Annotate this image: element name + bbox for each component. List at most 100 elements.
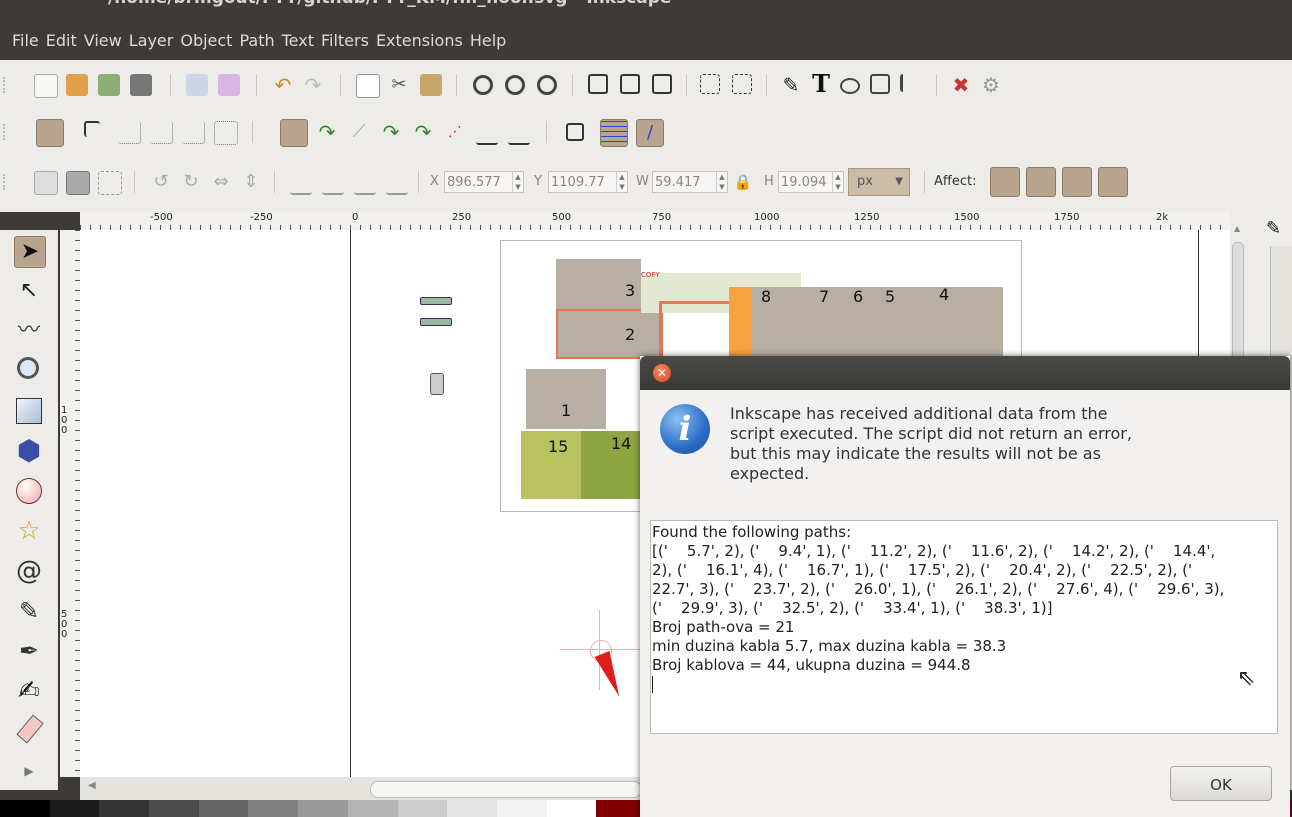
snap-object-midpoints-icon[interactable] [476,121,498,145]
select-all-layers-icon[interactable] [66,171,90,195]
snap-line-midpoints-icon[interactable]: ⋰ [444,121,466,143]
fill-stroke-icon[interactable]: ✎ [780,74,802,96]
raise-to-top-icon[interactable] [290,171,312,195]
height-field[interactable]: 19.094 ▲ ▼ [778,171,844,193]
export-icon[interactable] [218,74,240,96]
import-icon[interactable] [186,74,208,96]
palette-swatch[interactable] [149,800,199,817]
pencil-tool-icon[interactable]: ✎ [14,596,44,626]
rotate-cw-icon[interactable]: ↻ [180,171,202,193]
zoom-selection-icon[interactable] [473,75,493,95]
rectangle-tool-icon[interactable] [14,396,44,426]
redo-icon[interactable]: ↷ [302,74,324,96]
star-tool-icon[interactable]: ☆ [14,516,44,546]
palette-swatch[interactable] [99,800,150,817]
snap-bbox-center-icon[interactable] [214,121,238,145]
snap-intersections-icon[interactable]: ⟋ [348,121,370,143]
deselect-icon[interactable] [98,171,122,195]
select-all-icon[interactable] [34,171,58,195]
palette-swatch[interactable] [447,800,497,817]
undo-icon[interactable]: ↶ [272,74,294,96]
menu-text[interactable]: Text [282,29,314,53]
close-icon[interactable]: ✕ [653,364,671,382]
clone-icon[interactable] [620,74,640,94]
flip-horizontal-icon[interactable]: ⇔ [210,171,232,193]
3d-box-tool-icon[interactable]: ⬢ [14,436,44,466]
w-spinner[interactable]: ▲ ▼ [716,172,727,192]
menu-filters[interactable]: Filters [321,29,369,53]
palette-swatch[interactable] [397,800,448,817]
ellipse-tool-icon[interactable] [14,476,44,506]
palette-swatch[interactable] [0,800,50,817]
affect-stroke-icon[interactable] [990,167,1020,197]
y-field[interactable]: 1109.77 ▲ ▼ [548,171,628,193]
save-icon[interactable] [98,74,120,96]
vertical-ruler[interactable]: 100 500 [60,230,81,777]
preferences-icon[interactable]: ✖ [950,74,972,96]
menu-file[interactable]: File [12,29,39,53]
palette-swatch[interactable] [596,800,646,817]
snap-enable-icon[interactable] [36,119,64,147]
horizontal-ruler[interactable]: -500 -250 0 250 500 750 1000 1250 1500 1… [80,212,1230,231]
duplicate-icon[interactable] [588,74,608,94]
snap-paths-icon[interactable]: ↷ [316,121,338,143]
menu-edit[interactable]: Edit [46,29,77,53]
menu-path[interactable]: Path [239,29,274,53]
palette-swatch[interactable] [298,800,348,817]
unit-select[interactable]: px ▼ [848,168,910,196]
xml-editor-icon[interactable] [870,74,890,94]
x-field[interactable]: 896.577 ▲ ▼ [444,171,524,193]
node-tool-icon[interactable]: ↖ [14,276,44,306]
palette-swatch[interactable] [496,800,547,817]
palette-swatch[interactable] [198,800,249,817]
room-2[interactable] [556,309,663,359]
palette-swatch[interactable] [546,800,597,817]
h-spinner[interactable]: ▲ ▼ [832,172,843,192]
lock-ratio-icon[interactable]: 🔒 [732,171,754,193]
toolbar-grip[interactable] [3,174,11,190]
snap-bbox-icon[interactable] [84,121,100,137]
server-shape[interactable] [430,373,444,395]
document-properties-gear-icon[interactable]: ⚙ [980,74,1002,96]
spiral-tool-icon[interactable]: @ [14,556,44,586]
snap-rotation-center-icon[interactable] [508,121,530,145]
snap-bbox-edge-icon[interactable] [118,121,141,144]
more-tools-icon[interactable]: ▶ [14,756,44,786]
flip-vertical-icon[interactable]: ⇕ [240,171,262,193]
selector-tool-icon[interactable]: ➤ [14,236,46,268]
horizontal-scrollbar[interactable]: ◀ [80,777,642,800]
script-output-textarea[interactable]: Found the following paths: [(' 5.7', 2),… [650,520,1278,734]
scroll-left-icon[interactable]: ◀ [88,780,96,791]
align-distribute-icon[interactable] [900,74,919,92]
zoom-tool-icon[interactable] [14,354,44,384]
tweak-tool-icon[interactable]: 〰 [14,316,44,346]
fill-stroke-dock-icon[interactable]: ✎ [1266,218,1292,239]
group-icon[interactable] [700,74,720,94]
dialog-title-bar[interactable]: ✕ [640,356,1290,390]
print-icon[interactable] [130,74,152,96]
scroll-up-icon[interactable]: ▲ [1234,224,1240,233]
pen-tool-icon[interactable]: ✒ [14,636,44,666]
compass-icon[interactable] [560,610,640,700]
rooms-8-4[interactable] [751,287,1003,357]
menu-help[interactable]: Help [470,29,506,53]
x-spinner[interactable]: ▲ ▼ [512,172,523,192]
cable-shape[interactable] [420,318,452,326]
menu-layer[interactable]: Layer [129,29,174,53]
raise-icon[interactable] [322,171,344,195]
snap-smooth-nodes-icon[interactable]: ↷ [412,121,434,143]
calligraphy-tool-icon[interactable]: ✍ [14,676,44,706]
snap-bbox-midpoint-icon[interactable] [182,121,205,144]
layers-icon[interactable] [840,78,860,94]
ok-button[interactable]: OK [1170,766,1272,801]
snap-nodes-icon[interactable] [280,119,308,147]
menu-extensions[interactable]: Extensions [376,29,463,53]
width-field[interactable]: 59.417 ▲ ▼ [652,171,728,193]
unlink-clone-icon[interactable] [652,74,672,94]
text-font-icon[interactable]: T [810,72,832,96]
menu-view[interactable]: View [84,29,122,53]
zoom-page-icon[interactable] [537,75,557,95]
snap-cusp-nodes-icon[interactable]: ↷ [380,121,402,143]
snap-page-border-icon[interactable] [566,123,584,141]
palette-swatch[interactable] [347,800,398,817]
